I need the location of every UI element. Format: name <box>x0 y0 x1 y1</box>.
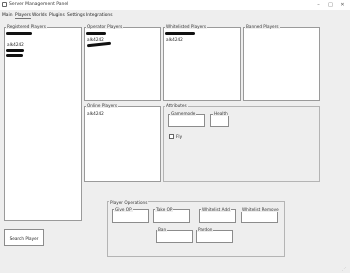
redacted-entry <box>86 41 112 48</box>
list-item[interactable]: alk4242 <box>87 111 104 116</box>
take-op-label: Take OP <box>155 207 174 212</box>
menu-settings[interactable]: Settings <box>67 13 85 18</box>
attributes-label: Attributes <box>165 103 188 108</box>
minimize-button[interactable]: – <box>314 1 323 9</box>
player-operations-label: Player Operations <box>109 200 149 205</box>
redacted-entry <box>6 32 32 35</box>
registered-players-label: Registered Players <box>6 24 47 29</box>
menu-integrations[interactable]: Integrations <box>86 13 112 18</box>
close-button[interactable]: ✕ <box>338 1 347 9</box>
give-op-label: Give OP <box>114 207 133 212</box>
whitelist-add-label: Whitelist Add <box>201 207 231 212</box>
resize-grip-icon[interactable]: ⋰ <box>342 266 348 271</box>
whitelist-remove-label: Whitelist Remove <box>241 207 280 212</box>
pardon-label: Pardon <box>197 227 214 232</box>
ban-label: Ban <box>157 227 168 232</box>
fly-label: Fly <box>176 134 183 139</box>
online-players-list[interactable]: alk4242 <box>84 106 161 182</box>
attributes-panel: Fly <box>163 106 320 182</box>
fly-checkbox[interactable] <box>169 134 174 139</box>
whitelisted-players-label: Whitelisted Players <box>165 24 208 29</box>
app-icon <box>2 2 7 7</box>
list-item[interactable]: alk4242 <box>166 37 183 42</box>
redacted-entry <box>6 49 24 52</box>
menu-plugins[interactable]: Plugins <box>49 13 65 18</box>
menu-players[interactable]: Players <box>15 13 31 19</box>
operator-players-list[interactable]: alk4242 <box>84 27 161 101</box>
list-item[interactable]: alk4242 <box>7 42 24 47</box>
redacted-entry <box>165 32 195 35</box>
list-item[interactable]: alk4242 <box>87 37 104 42</box>
redacted-entry <box>86 32 106 35</box>
maximize-button[interactable]: □ <box>326 1 335 9</box>
operator-players-label: Operator Players <box>86 24 124 29</box>
menu-main[interactable]: Main <box>2 13 12 18</box>
search-player-button[interactable]: Search Player <box>4 229 44 246</box>
menu-worlds[interactable]: Worlds <box>32 13 47 18</box>
banned-players-label: Banned Players <box>245 24 280 29</box>
whitelisted-players-list[interactable]: alk4242 <box>163 27 241 101</box>
window-title: Server Management Panel <box>9 2 69 7</box>
gamemode-label: Gamemode <box>170 111 197 116</box>
registered-players-list[interactable]: alk4242 <box>4 27 82 221</box>
menu-bar: Main Players Worlds Plugins Settings Int… <box>0 10 350 20</box>
online-players-label: Online Players <box>86 103 119 108</box>
title-bar: Server Management Panel – □ ✕ <box>0 0 350 10</box>
redacted-entry <box>6 54 23 57</box>
health-label: Health <box>213 111 229 116</box>
banned-players-list[interactable] <box>243 27 320 101</box>
